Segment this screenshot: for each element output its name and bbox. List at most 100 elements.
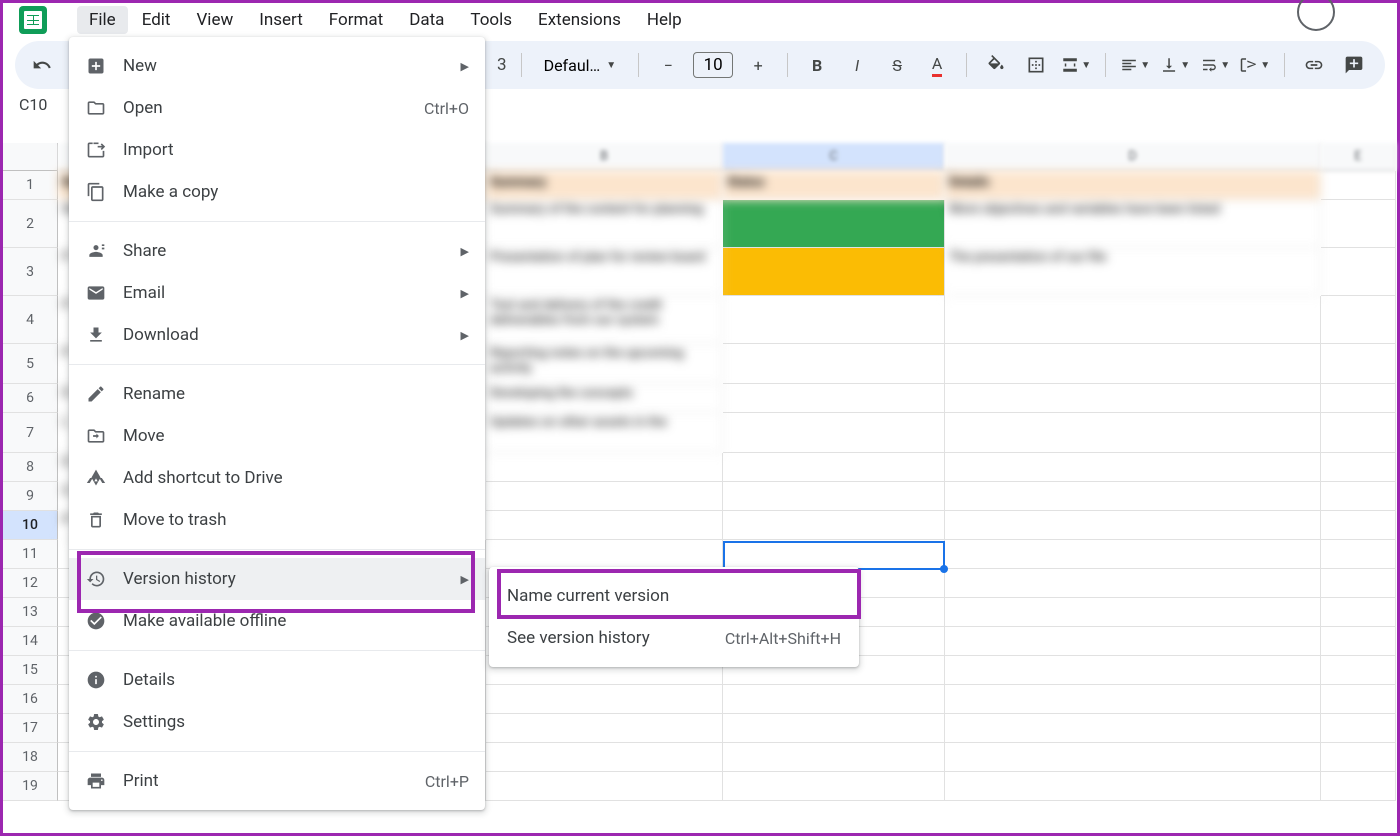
- row-header[interactable]: 6: [3, 384, 58, 413]
- row-header[interactable]: 8: [3, 453, 58, 482]
- strikethrough-button[interactable]: S: [882, 50, 912, 80]
- submenu-see-version-history[interactable]: See version history Ctrl+Alt+Shift+H: [489, 617, 859, 659]
- row-header[interactable]: 5: [3, 344, 58, 384]
- menu-divider: [69, 751, 485, 752]
- vertical-align-button[interactable]: ▼: [1160, 50, 1190, 80]
- row-header[interactable]: 9: [3, 482, 58, 511]
- menu-item-label: Rename: [123, 384, 469, 404]
- file-menu-details[interactable]: Details: [69, 659, 485, 701]
- menu-extensions[interactable]: Extensions: [526, 6, 633, 34]
- row-header[interactable]: 15: [3, 656, 58, 685]
- info-icon: [85, 669, 107, 691]
- row-header[interactable]: 11: [3, 540, 58, 569]
- row-header[interactable]: 7: [3, 413, 58, 453]
- link-icon: [1304, 55, 1324, 75]
- menu-item-label: Make available offline: [123, 611, 469, 631]
- file-menu-download[interactable]: Download▶: [69, 314, 485, 356]
- menu-item-label: Move to trash: [123, 510, 469, 530]
- sheets-logo-icon[interactable]: [19, 6, 47, 34]
- horizontal-align-button[interactable]: ▼: [1120, 50, 1150, 80]
- separator: [966, 53, 967, 77]
- file-menu-import[interactable]: Import: [69, 129, 485, 171]
- select-all-corner[interactable]: [3, 143, 58, 171]
- rotation-icon: [1240, 55, 1258, 75]
- font-family-select[interactable]: Defaul… ▼: [536, 52, 625, 79]
- menu-item-shortcut: Ctrl+O: [424, 99, 469, 118]
- menu-edit[interactable]: Edit: [130, 6, 183, 34]
- undo-button[interactable]: [27, 50, 57, 80]
- wrap-icon: [1200, 55, 1218, 75]
- file-menu-version-history[interactable]: Version history▶: [69, 558, 485, 600]
- col-header-e[interactable]: E: [1321, 143, 1396, 171]
- paint-bucket-icon: [986, 55, 1006, 75]
- file-menu-move[interactable]: Move: [69, 415, 485, 457]
- menu-item-label: Make a copy: [123, 182, 469, 202]
- separator: [787, 53, 788, 77]
- menu-format[interactable]: Format: [317, 6, 395, 34]
- bold-button[interactable]: B: [802, 50, 832, 80]
- row-header[interactable]: 16: [3, 685, 58, 714]
- font-size-decrease[interactable]: −: [653, 50, 683, 80]
- menu-data[interactable]: Data: [397, 6, 456, 34]
- col-header-c[interactable]: C: [723, 143, 945, 171]
- menu-tools[interactable]: Tools: [458, 6, 524, 34]
- menu-insert[interactable]: Insert: [247, 6, 315, 34]
- menu-view[interactable]: View: [184, 6, 245, 34]
- text-color-button[interactable]: A: [922, 50, 952, 80]
- row-header[interactable]: 12: [3, 569, 58, 598]
- file-menu-new[interactable]: New▶: [69, 45, 485, 87]
- row-header[interactable]: 4: [3, 296, 58, 344]
- file-menu-share[interactable]: Share▶: [69, 230, 485, 272]
- row-header[interactable]: 2: [3, 200, 58, 248]
- file-menu-rename[interactable]: Rename: [69, 373, 485, 415]
- file-menu-make-available-offline[interactable]: Make available offline: [69, 600, 485, 642]
- align-bottom-icon: [1160, 55, 1178, 75]
- row-header[interactable]: 18: [3, 743, 58, 772]
- font-size-increase[interactable]: +: [743, 50, 773, 80]
- submenu-name-current-version[interactable]: Name current version: [489, 575, 859, 617]
- email-icon: [85, 282, 107, 304]
- rename-icon: [85, 383, 107, 405]
- row-header[interactable]: 19: [3, 772, 58, 801]
- submenu-label: See version history: [507, 628, 650, 648]
- file-menu-print[interactable]: PrintCtrl+P: [69, 760, 485, 802]
- font-size-input[interactable]: 10: [693, 52, 733, 78]
- toolbar-number-fragment: 3: [497, 55, 507, 75]
- active-cell[interactable]: [723, 541, 945, 570]
- menu-item-label: Add shortcut to Drive: [123, 468, 469, 488]
- menu-help[interactable]: Help: [635, 6, 694, 34]
- text-rotation-button[interactable]: ▼: [1240, 50, 1270, 80]
- row-headers: 1 2 3 4 5 6 7 8 9 10 11 12 13 14 15 16 1…: [3, 171, 58, 801]
- row-header[interactable]: 13: [3, 598, 58, 627]
- row-header[interactable]: 3: [3, 248, 58, 296]
- insert-link-button[interactable]: [1299, 50, 1329, 80]
- file-menu-open[interactable]: OpenCtrl+O: [69, 87, 485, 129]
- offline-icon: [85, 610, 107, 632]
- col-header-b[interactable]: B: [486, 143, 723, 171]
- file-menu-settings[interactable]: Settings: [69, 701, 485, 743]
- merge-cells-button[interactable]: ▼: [1061, 50, 1091, 80]
- row-header[interactable]: 14: [3, 627, 58, 656]
- fill-color-button[interactable]: [981, 50, 1011, 80]
- chevron-down-icon: ▼: [1081, 60, 1091, 71]
- row-header[interactable]: 17: [3, 714, 58, 743]
- name-box[interactable]: C10: [19, 95, 69, 114]
- file-menu-add-shortcut-to-drive[interactable]: Add shortcut to Drive: [69, 457, 485, 499]
- file-menu-move-to-trash[interactable]: Move to trash: [69, 499, 485, 541]
- file-menu-email[interactable]: Email▶: [69, 272, 485, 314]
- row-header[interactable]: 10: [3, 511, 58, 540]
- insert-comment-button[interactable]: [1339, 50, 1369, 80]
- folder-icon: [85, 97, 107, 119]
- col-header-d[interactable]: D: [945, 143, 1321, 171]
- separator: [1105, 53, 1106, 77]
- italic-button[interactable]: I: [842, 50, 872, 80]
- row-header[interactable]: 1: [3, 171, 58, 200]
- chevron-down-icon: ▼: [1140, 60, 1150, 71]
- text-wrap-button[interactable]: ▼: [1200, 50, 1230, 80]
- borders-button[interactable]: [1021, 50, 1051, 80]
- history-icon: [85, 568, 107, 590]
- file-menu-make-a-copy[interactable]: Make a copy: [69, 171, 485, 213]
- menu-divider: [69, 650, 485, 651]
- borders-icon: [1026, 55, 1046, 75]
- menu-file[interactable]: File: [77, 6, 128, 34]
